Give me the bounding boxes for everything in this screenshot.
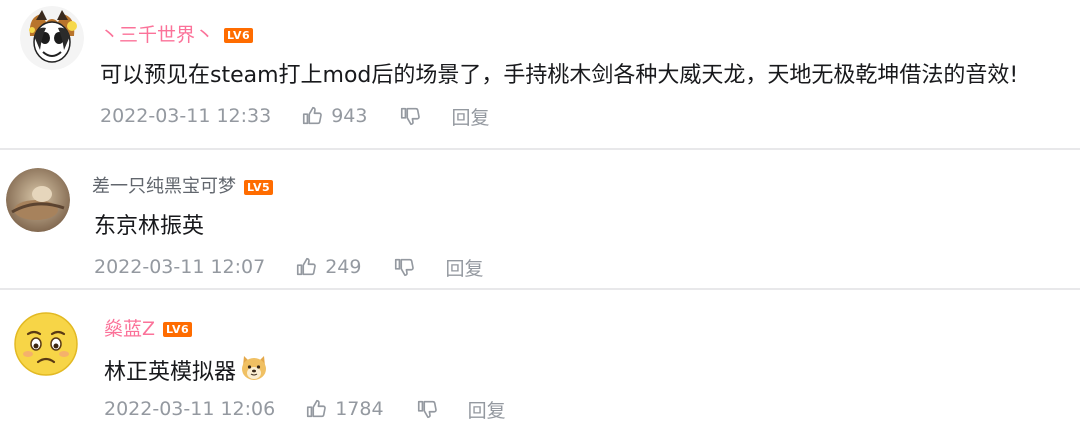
username-row: 丶三千世界丶 LV6 [100, 22, 254, 48]
level-badge: LV6 [224, 27, 254, 43]
photo-avatar-icon [6, 168, 70, 232]
comment-meta: 2022-03-11 12:33 943 回复 [100, 101, 490, 131]
comment-text: 可以预见在steam打上mod后的场景了，手持桃木剑各种大威天龙，天地无极乾坤借… [100, 63, 1019, 88]
timestamp: 2022-03-11 12:06 [104, 398, 276, 420]
comment-meta: 2022-03-11 12:07 249 回复 [94, 252, 484, 282]
thumbs-up-icon [295, 256, 317, 278]
username-row: 差一只纯黑宝可梦 LV5 [92, 174, 274, 200]
avatar[interactable] [6, 168, 70, 232]
comment-meta: 2022-03-11 12:06 1784 回复 [104, 394, 506, 424]
comment-item: 丶三千世界丶 LV6 可以预见在steam打上mod后的场景了，手持桃木剑各种大… [0, 0, 1080, 148]
like-button[interactable]: 1784 [305, 398, 384, 420]
level-badge: LV6 [163, 321, 193, 337]
dislike-button[interactable] [393, 256, 415, 278]
sad-face-avatar-icon [14, 312, 78, 376]
timestamp: 2022-03-11 12:07 [94, 256, 266, 278]
reply-button[interactable]: 回复 [445, 254, 483, 281]
username[interactable]: 燊蓝Z [104, 316, 155, 342]
level-badge: LV5 [244, 179, 274, 195]
comment-content: 林正英模拟器 [104, 354, 268, 391]
comment-text: 林正英模拟器 [104, 359, 237, 385]
timestamp: 2022-03-11 12:33 [100, 105, 272, 127]
like-button[interactable]: 249 [295, 256, 361, 278]
thumbs-down-icon [393, 256, 415, 278]
thumbs-down-icon [416, 398, 438, 420]
doge-emoji-icon [240, 354, 268, 391]
comment-text: 东京林振英 [94, 214, 205, 239]
dislike-button[interactable] [399, 105, 421, 127]
thumbs-down-icon [399, 105, 421, 127]
like-count: 943 [331, 105, 368, 127]
reply-button[interactable]: 回复 [451, 103, 489, 130]
thumbs-up-icon [305, 398, 327, 420]
username-row: 燊蓝Z LV6 [104, 316, 193, 342]
thumbs-up-icon [301, 105, 323, 127]
dislike-button[interactable] [416, 398, 438, 420]
like-count: 1784 [335, 398, 384, 420]
username[interactable]: 丶三千世界丶 [100, 22, 214, 48]
like-count: 249 [325, 256, 362, 278]
comment-item: 燊蓝Z LV6 林正英模拟器 2022-03-11 12:06 1784 回复 [0, 290, 1080, 432]
avatar[interactable] [14, 312, 78, 376]
joker-cat-avatar-icon [20, 6, 84, 70]
reply-button[interactable]: 回复 [468, 396, 506, 423]
like-button[interactable]: 943 [301, 105, 367, 127]
comment-item: 差一只纯黑宝可梦 LV5 东京林振英 2022-03-11 12:07 249 … [0, 150, 1080, 288]
avatar[interactable] [20, 6, 84, 70]
username[interactable]: 差一只纯黑宝可梦 [92, 174, 236, 200]
